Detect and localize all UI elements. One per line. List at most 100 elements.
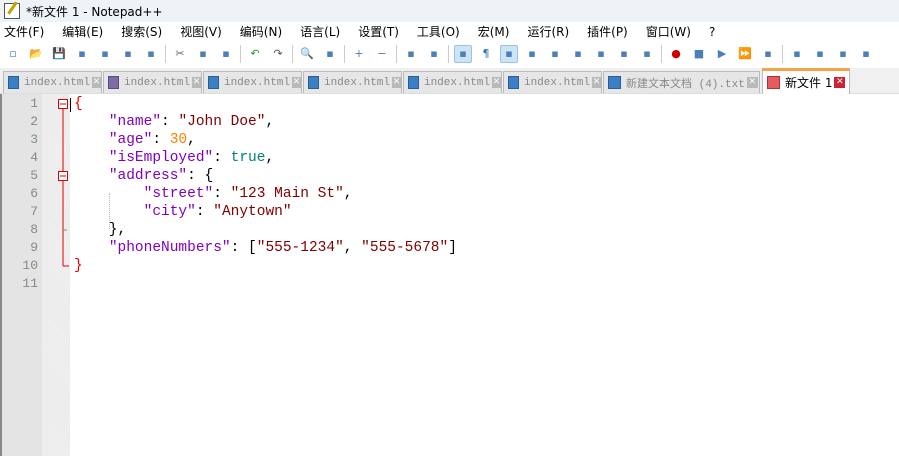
save-icon: 💾 <box>52 47 66 60</box>
code-token: "address" <box>108 168 188 184</box>
word-wrap-button[interactable]: ▪ <box>454 44 472 63</box>
code-token: , <box>265 114 275 130</box>
play-macro-icon: ▶ <box>717 47 727 60</box>
tab-file[interactable]: index.html ✕ <box>403 71 502 93</box>
sync-h-button[interactable]: ▪ <box>425 45 443 63</box>
menu-bar: 文件(F) 编辑(E) 搜索(S) 视图(V) 编码(N) 语言(L) 设置(T) 工具(O)… <box>0 22 899 41</box>
code-line: "name": "John Doe", <box>74 113 274 131</box>
menu-item[interactable]: 文件(F) <box>4 23 44 40</box>
tab-label: index.html <box>423 76 490 89</box>
menu-item[interactable]: 窗口(W) <box>646 23 691 40</box>
close-all-button[interactable]: ▪ <box>119 45 137 63</box>
tab-label: 新建文本文档 (4).txt <box>626 78 745 91</box>
save-macro-button[interactable]: ▪ <box>759 45 777 63</box>
udl-button[interactable]: ▪ <box>523 45 541 63</box>
word-wrap-icon: ▪ <box>459 47 467 60</box>
save-status-icon <box>108 76 119 89</box>
paste-button[interactable]: ▪ <box>217 45 235 63</box>
menu-item[interactable]: 语言(L) <box>300 23 340 40</box>
zoom-in-button[interactable]: + <box>350 45 368 63</box>
function-list-button[interactable]: ▪ <box>592 45 610 63</box>
menu-item[interactable]: 编辑(E) <box>62 23 103 40</box>
compare-clear-button[interactable]: ▪ <box>834 45 852 63</box>
monitor-button[interactable]: ▪ <box>638 45 656 63</box>
code-token: "555-1234" <box>256 240 344 256</box>
zoom-out-button[interactable]: − <box>373 45 391 63</box>
close-tab-icon[interactable]: ✕ <box>92 77 101 88</box>
print-icon: ▪ <box>147 47 155 60</box>
print-button[interactable]: ▪ <box>142 45 160 63</box>
menu-item[interactable]: 搜索(S) <box>121 23 162 40</box>
cut-button[interactable]: ✂ <box>171 45 189 63</box>
tab-active[interactable]: 新文件 1 ✕ <box>762 68 850 94</box>
stop-macro-button[interactable]: ■ <box>690 45 708 63</box>
show-all-chars-button[interactable]: ¶ <box>477 45 495 63</box>
code-token: }, <box>74 222 127 238</box>
tab-bar: index.html ✕ index.html ✕ index.html ✕ index.h… <box>0 68 899 94</box>
run-macro-multiple-button[interactable]: ⏩ <box>736 45 754 63</box>
menu-item[interactable]: 插件(P) <box>587 23 628 40</box>
udl-icon: ▪ <box>528 47 536 60</box>
zoom-in-icon: + <box>354 47 364 60</box>
menu-item[interactable]: ? <box>709 25 715 39</box>
tab-file[interactable]: index.html ✕ <box>503 71 602 93</box>
code-token: , <box>187 132 196 148</box>
menu-item[interactable]: 编码(N) <box>240 23 282 40</box>
save-button[interactable]: 💾 <box>50 45 68 63</box>
replace-button[interactable]: ▪ <box>321 45 339 63</box>
code-token: "John Doe" <box>178 114 266 130</box>
stop-macro-icon: ■ <box>693 47 705 60</box>
redo-button[interactable]: ↷ <box>269 45 287 63</box>
close-tab-icon[interactable]: ✕ <box>192 77 201 88</box>
play-macro-button[interactable]: ▶ <box>713 45 731 63</box>
line-number: 10 <box>22 258 38 273</box>
code-token: "123 Main St" <box>230 186 344 202</box>
open-button[interactable]: 📂 <box>27 45 45 63</box>
close-tab-icon[interactable]: ✕ <box>492 77 501 88</box>
cut-icon: ✂ <box>175 47 185 60</box>
tab-file[interactable]: index.html ✕ <box>103 71 202 93</box>
code-token: "street" <box>143 186 214 202</box>
folder-workspace-button[interactable]: ▪ <box>615 45 633 63</box>
tab-file[interactable]: index.html ✕ <box>3 71 102 93</box>
doc-map-button[interactable]: ▪ <box>546 45 564 63</box>
undo-button[interactable]: ↶ <box>246 45 264 63</box>
copy-icon: ▪ <box>199 47 207 60</box>
menu-item[interactable]: 设置(T) <box>358 23 399 40</box>
spell-check-button[interactable]: ▪ <box>788 45 806 63</box>
menu-item[interactable]: 工具(O) <box>417 23 460 40</box>
close-tab-icon[interactable]: ✕ <box>292 77 301 88</box>
close-tab-icon[interactable]: ✕ <box>746 77 758 88</box>
new-file-button[interactable]: ▫ <box>4 45 22 63</box>
editor[interactable]: 1 2 3 4 5 6 7 8 9 10 11 { "name": "John Doe", "age… <box>0 94 899 456</box>
collapse-button[interactable]: ▪ <box>857 45 875 63</box>
fold-margin[interactable] <box>42 94 70 456</box>
menu-item[interactable]: 宏(M) <box>478 23 510 40</box>
close-tab-icon[interactable]: ✕ <box>834 77 846 88</box>
save-status-icon <box>208 76 219 89</box>
close-tab-icon[interactable]: ✕ <box>392 77 401 88</box>
compare-button[interactable]: ▪ <box>811 45 829 63</box>
find-button[interactable]: 🔍 <box>298 45 316 63</box>
close-button[interactable]: ▪ <box>96 45 114 63</box>
compare-clear-icon: ▪ <box>839 47 847 60</box>
copy-button[interactable]: ▪ <box>194 45 212 63</box>
code-line: "phoneNumbers": ["555-1234", "555-5678"] <box>74 239 457 257</box>
indent-guide-button[interactable]: ▪ <box>500 44 518 63</box>
line-number: 5 <box>30 168 38 183</box>
toolbar-separator <box>165 44 166 63</box>
tab-file[interactable]: 新建文本文档 (4).txt ✕ <box>603 71 760 93</box>
sync-v-button[interactable]: ▪ <box>402 45 420 63</box>
save-all-button[interactable]: ▪ <box>73 45 91 63</box>
menu-item[interactable]: 视图(V) <box>180 23 222 40</box>
doc-list-button[interactable]: ▪ <box>569 45 587 63</box>
line-number: 4 <box>30 150 38 165</box>
tab-file[interactable]: index.html ✕ <box>203 71 302 93</box>
menu-item[interactable]: 运行(R) <box>527 23 569 40</box>
record-macro-button[interactable]: ● <box>667 45 685 63</box>
replace-icon: ▪ <box>326 47 334 60</box>
close-tab-icon[interactable]: ✕ <box>592 77 601 88</box>
tab-file[interactable]: index.html ✕ <box>303 71 402 93</box>
